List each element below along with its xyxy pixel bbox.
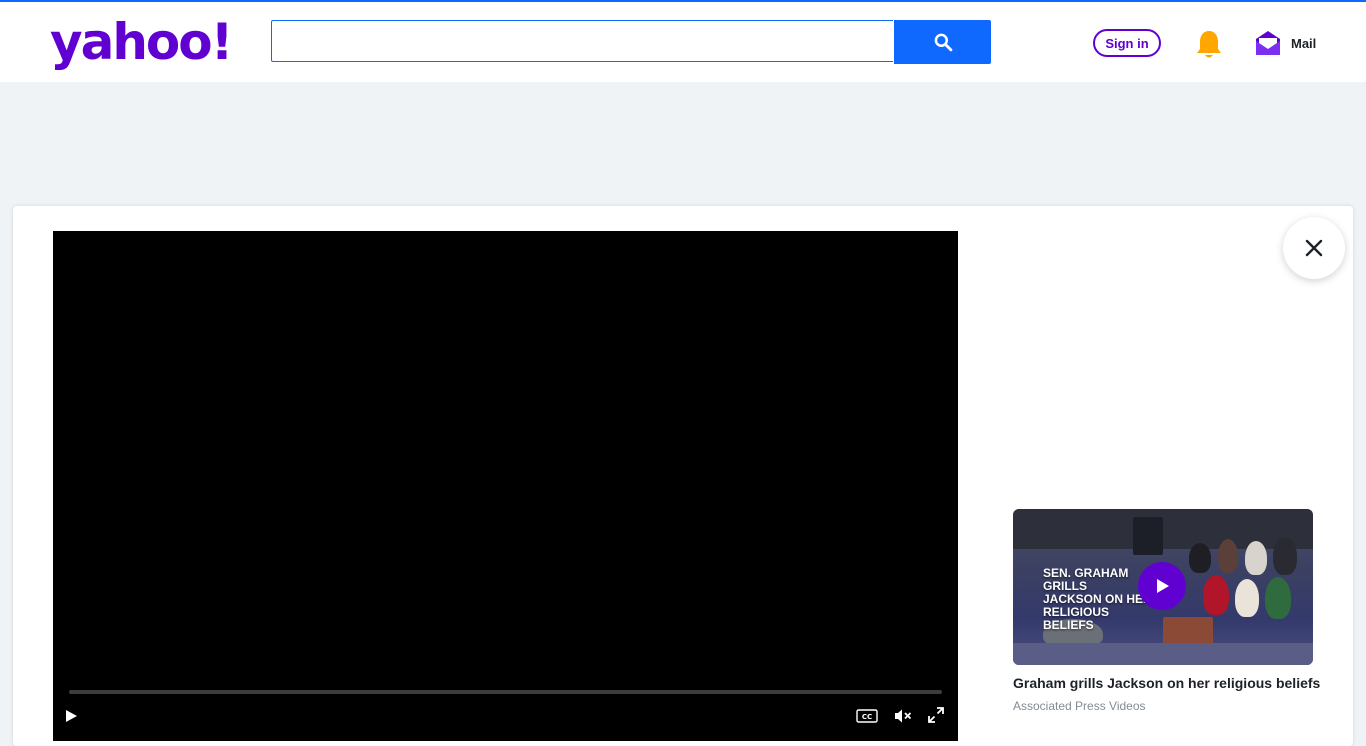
- mail-label: Mail: [1291, 35, 1317, 51]
- notifications-button[interactable]: [1194, 29, 1224, 61]
- up-next-source: Associated Press Videos: [1013, 699, 1146, 713]
- up-next-thumbnail[interactable]: SEN. GRAHAM GRILLS JACKSON ON HER RELIGI…: [1013, 509, 1313, 665]
- search-icon: [934, 33, 952, 52]
- close-button[interactable]: [1283, 217, 1345, 279]
- svg-text:CC: CC: [862, 713, 872, 721]
- mute-button[interactable]: [893, 706, 913, 726]
- search-button[interactable]: [894, 20, 991, 64]
- video-player[interactable]: CC: [53, 231, 958, 741]
- close-icon: [1305, 239, 1323, 257]
- yahoo-logo[interactable]: yahoo!: [50, 12, 233, 72]
- site-header: yahoo! Sign in Mail: [0, 2, 1366, 82]
- mail-icon: [1256, 31, 1280, 55]
- mail-link[interactable]: Mail: [1255, 28, 1316, 58]
- fullscreen-icon: [928, 707, 944, 723]
- bell-icon: [1197, 31, 1221, 58]
- cc-icon: CC: [856, 709, 878, 723]
- thumbnail-play-button[interactable]: [1138, 562, 1186, 610]
- fullscreen-button[interactable]: [926, 705, 946, 725]
- play-icon: [1157, 579, 1169, 593]
- video-progress-bar[interactable]: [69, 690, 942, 694]
- up-next-title[interactable]: Graham grills Jackson on her religious b…: [1013, 675, 1333, 691]
- mute-icon: [895, 709, 912, 723]
- play-button[interactable]: [61, 706, 81, 726]
- sign-in-button[interactable]: Sign in: [1093, 29, 1161, 57]
- play-icon: [66, 710, 77, 722]
- thumbnail-caption: SEN. GRAHAM GRILLS JACKSON ON HER RELIGI…: [1043, 566, 1152, 632]
- search-input[interactable]: [271, 20, 893, 62]
- captions-button[interactable]: CC: [855, 706, 879, 726]
